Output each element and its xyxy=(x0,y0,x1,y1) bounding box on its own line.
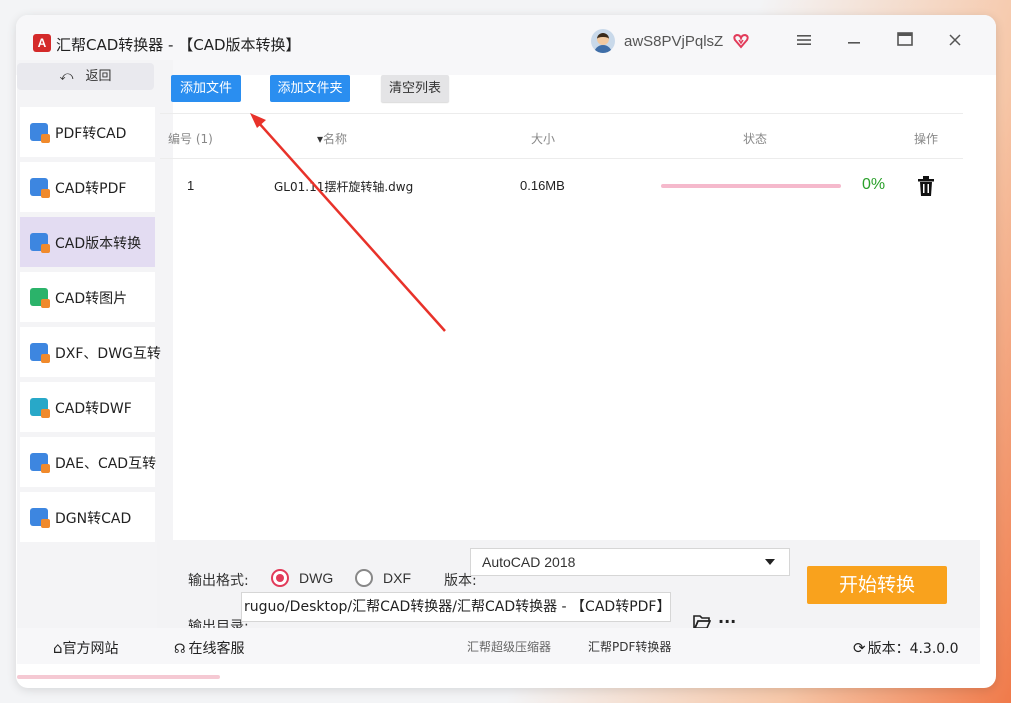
column-name[interactable]: ▾名称 xyxy=(317,130,347,147)
output-dir-input[interactable]: ruguo/Desktop/汇帮CAD转换器/汇帮CAD转换器 - 【CAD转P… xyxy=(241,592,671,622)
compressor-link[interactable]: 汇帮超级压缩器 xyxy=(467,638,551,655)
dae-file-icon xyxy=(30,453,50,473)
username[interactable]: awS8PVjPqlsZ xyxy=(624,33,723,50)
footer-bar: ⌂官方网站 ☊ 在线客服 汇帮超级压缩器 汇帮PDF转换器 ⟳ 版本：4.3.0.0 xyxy=(17,628,980,664)
dgn-file-icon xyxy=(30,508,50,528)
file-table-header: 编号 (1) ▾名称 大小 状态 操作 xyxy=(160,113,963,159)
version-value: AutoCAD 2018 xyxy=(482,554,576,570)
version-info: ⟳ 版本：4.3.0.0 xyxy=(853,638,959,658)
avatar[interactable] xyxy=(591,29,615,53)
support-link[interactable]: ☊ 在线客服 xyxy=(174,638,245,658)
dwf-file-icon xyxy=(30,398,50,418)
version-text: 版本：4.3.0.0 xyxy=(867,641,959,657)
column-action: 操作 xyxy=(914,132,939,146)
image-file-icon xyxy=(30,288,50,308)
pdf-file-icon xyxy=(30,123,50,143)
delete-icon[interactable] xyxy=(917,176,935,196)
sidebar-item-label: CAD版本转换 xyxy=(55,236,142,252)
format-dwg-radio[interactable] xyxy=(271,569,289,587)
headset-icon: ☊ xyxy=(174,642,186,657)
sidebar-item-label: DGN转CAD xyxy=(55,511,132,527)
sidebar-item-label: DXF、DWG互转 xyxy=(55,346,161,362)
sidebar-item-cad-to-pdf[interactable]: CAD转PDF xyxy=(20,162,155,212)
start-convert-button[interactable]: 开始转换 xyxy=(807,566,947,604)
dxf-file-icon xyxy=(30,343,50,363)
sidebar-item-dae-cad[interactable]: DAE、CAD互转 xyxy=(20,437,157,487)
app-logo-icon: A xyxy=(33,34,51,52)
maximize-icon[interactable] xyxy=(894,30,916,52)
column-index: 编号 (1) xyxy=(168,132,213,146)
column-size: 大小 xyxy=(531,132,556,146)
chevron-down-icon xyxy=(765,559,775,565)
format-dwg-label[interactable]: DWG xyxy=(299,570,333,586)
cad-file-icon xyxy=(30,178,50,198)
minimize-icon[interactable] xyxy=(843,30,865,52)
sidebar-item-label: DAE、CAD互转 xyxy=(55,456,157,472)
website-label: 官方网站 xyxy=(62,641,119,657)
home-icon: ⌂ xyxy=(53,639,63,657)
sidebar-item-cad-to-dwf[interactable]: CAD转DWF xyxy=(20,382,155,432)
back-arrow-icon: ⤺ xyxy=(59,69,74,84)
back-label: 返回 xyxy=(85,69,112,84)
vip-heart-icon[interactable] xyxy=(733,33,749,49)
support-label: 在线客服 xyxy=(188,641,245,657)
horizontal-scrollbar[interactable] xyxy=(17,675,220,679)
app-title: 汇帮CAD转换器 - 【CAD版本转换】 xyxy=(56,36,301,54)
row-file-size: 0.16MB xyxy=(520,178,565,193)
sidebar-item-cad-version[interactable]: CAD版本转换 xyxy=(20,217,155,267)
sidebar-item-pdf-to-cad[interactable]: PDF转CAD xyxy=(20,107,155,157)
row-file-name: GL01.11摆杆旋转轴.dwg xyxy=(274,180,414,194)
sidebar-item-cad-to-image[interactable]: CAD转图片 xyxy=(20,272,155,322)
version-select[interactable]: AutoCAD 2018 xyxy=(470,548,790,576)
refresh-icon[interactable]: ⟳ xyxy=(853,639,866,657)
menu-icon[interactable] xyxy=(793,30,815,52)
format-dxf-radio[interactable] xyxy=(355,569,373,587)
sidebar-item-label: CAD转PDF xyxy=(55,181,127,197)
sidebar-item-label: PDF转CAD xyxy=(55,126,127,142)
close-icon[interactable] xyxy=(944,30,966,52)
clear-list-button[interactable]: 清空列表 xyxy=(381,75,449,102)
format-label: 输出格式: xyxy=(188,573,249,589)
table-row[interactable]: 1 GL01.11摆杆旋转轴.dwg 0.16MB 0% xyxy=(160,163,963,207)
column-name-label: 名称 xyxy=(323,132,348,146)
pdf-converter-link[interactable]: 汇帮PDF转换器 xyxy=(588,638,671,655)
row-index: 1 xyxy=(187,178,195,193)
add-folder-button[interactable]: 添加文件夹 xyxy=(270,75,350,102)
row-percent: 0% xyxy=(862,176,886,193)
back-button[interactable]: ⤺ 返回 xyxy=(17,63,154,90)
format-dxf-label[interactable]: DXF xyxy=(383,570,411,586)
sidebar-item-dgn-to-cad[interactable]: DGN转CAD xyxy=(20,492,155,542)
row-progress-bar xyxy=(661,184,841,188)
column-status: 状态 xyxy=(743,132,768,146)
website-link[interactable]: ⌂官方网站 xyxy=(53,638,119,658)
sidebar-item-dxf-dwg[interactable]: DXF、DWG互转 xyxy=(20,327,161,377)
add-file-button[interactable]: 添加文件 xyxy=(171,75,241,102)
sidebar-item-label: CAD转DWF xyxy=(55,401,132,417)
version-convert-icon xyxy=(30,233,50,253)
sidebar-item-label: CAD转图片 xyxy=(55,291,128,307)
